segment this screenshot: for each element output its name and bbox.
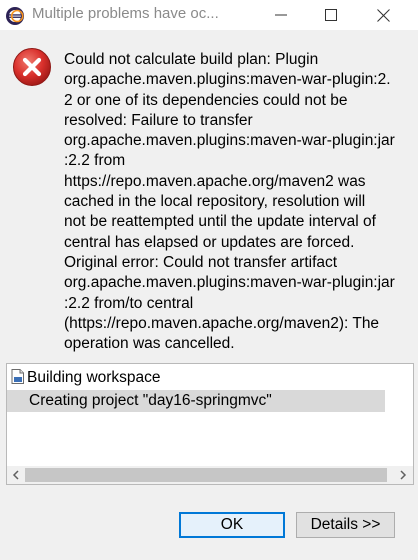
message-line: cached in the local repository, resoluti… (64, 193, 366, 211)
error-message: Could not calculate build plan: Plugin o… (64, 50, 412, 354)
details-button[interactable]: Details >> (296, 512, 395, 538)
message-line: org.apache.maven.plugins:maven-war-plugi… (64, 274, 395, 292)
message-line: (https://repo.maven.apache.org/maven2): … (64, 314, 380, 332)
message-line: :2.2 from (64, 152, 126, 170)
message-line: 2 or one of its dependencies could not b… (64, 91, 348, 109)
eclipse-icon (6, 7, 24, 25)
list-item-label: Building workspace (27, 369, 161, 386)
maximize-button[interactable] (312, 0, 350, 30)
list-item-selected[interactable]: Creating project "day16-springmvc" (7, 390, 385, 412)
maximize-icon (325, 9, 337, 21)
scroll-left-icon[interactable] (11, 470, 21, 480)
scrollbar-thumb[interactable] (25, 468, 387, 482)
message-line: :2.2 from/to central (64, 294, 194, 312)
job-icon (11, 369, 24, 384)
message-line: Original error: Could not transfer artif… (64, 253, 338, 271)
scroll-right-icon[interactable] (398, 470, 408, 480)
ok-button[interactable]: OK (179, 512, 285, 538)
list-item[interactable]: Building workspace (11, 367, 389, 389)
close-icon (376, 8, 390, 22)
title-bar: Multiple problems have oc... (0, 0, 418, 30)
message-line: org.apache.maven.plugins:maven-war-plugi… (64, 132, 395, 150)
window-title: Multiple problems have oc... (32, 5, 219, 22)
minimize-button[interactable] (262, 0, 300, 30)
message-line: central has elapsed or updates are force… (64, 233, 355, 251)
message-line: not be reattempted until the update inte… (64, 213, 376, 231)
message-line: https://repo.maven.apache.org/maven2 was (64, 172, 366, 190)
list-item-label: Creating project "day16-springmvc" (29, 392, 272, 409)
close-button[interactable] (364, 0, 402, 30)
details-list[interactable]: Building workspace Creating project "day… (6, 363, 414, 485)
error-icon (13, 48, 51, 86)
message-line: Could not calculate build plan: Plugin (64, 51, 319, 68)
message-line: org.apache.maven.plugins:maven-war-plugi… (64, 71, 391, 89)
message-line: resolved: Failure to transfer (64, 111, 253, 129)
message-line: operation was cancelled. (64, 335, 235, 353)
minimize-icon (275, 14, 287, 16)
horizontal-scrollbar[interactable] (7, 466, 413, 484)
